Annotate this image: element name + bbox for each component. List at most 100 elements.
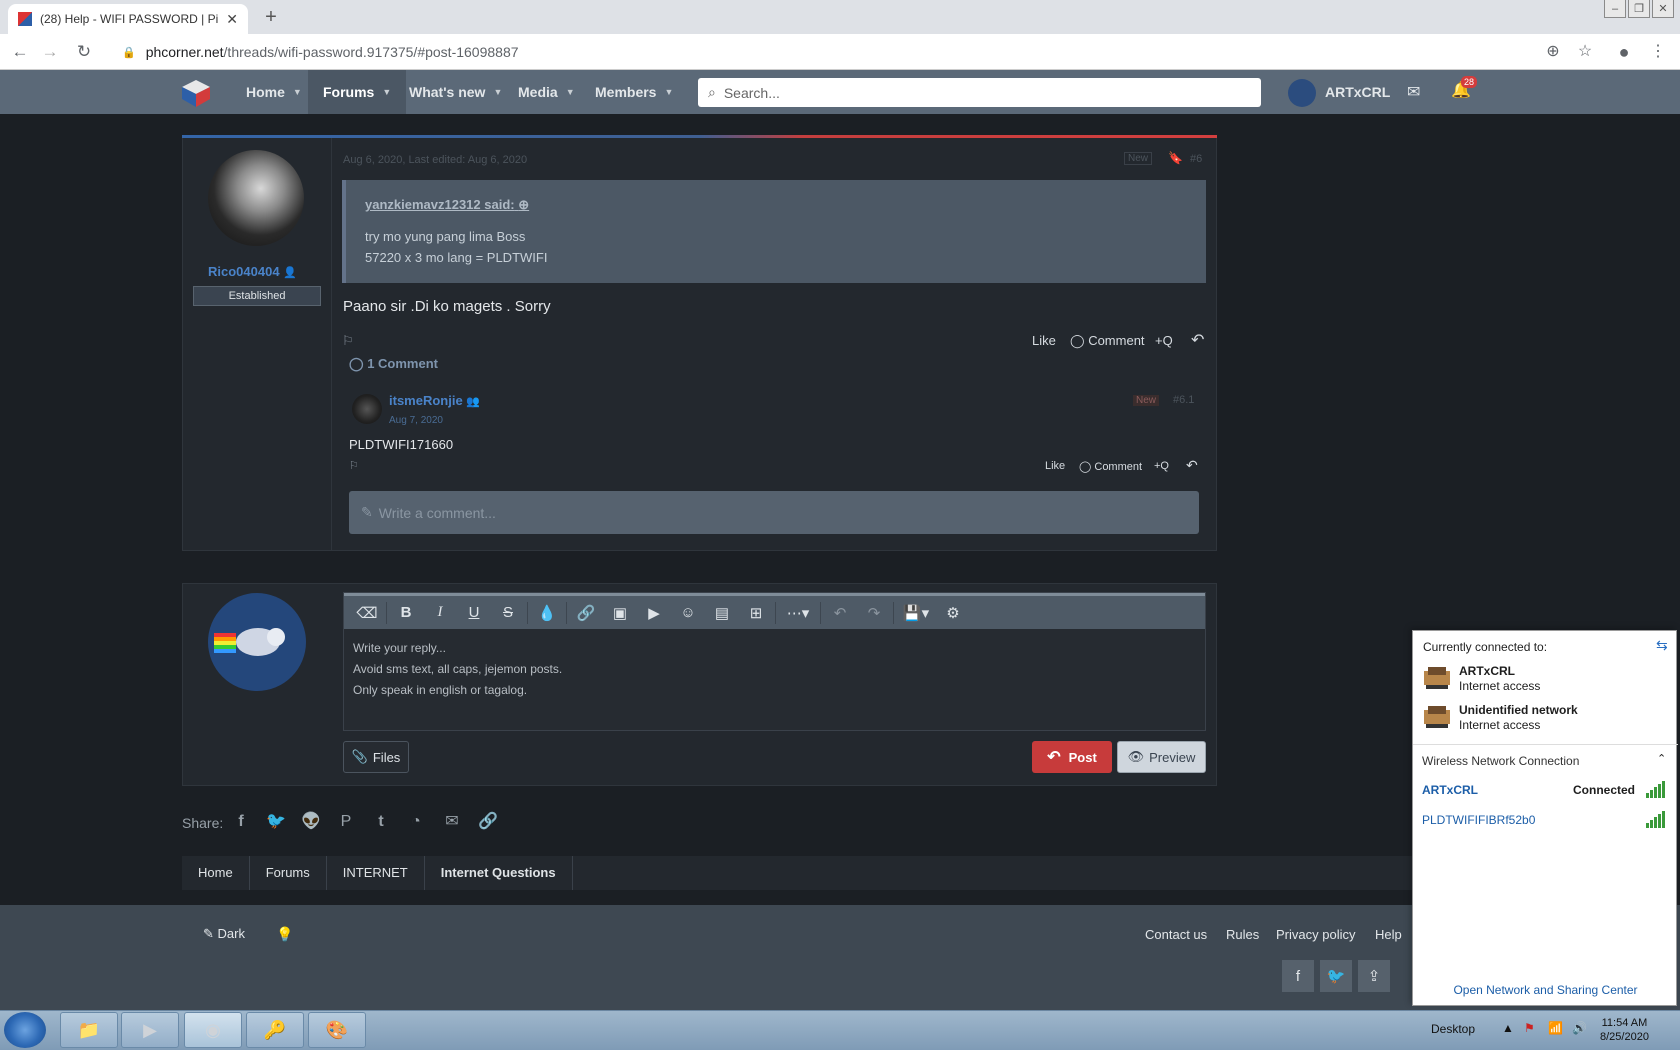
underline-icon[interactable]: U [457, 598, 491, 628]
more-options-icon[interactable]: ⋯▾ [778, 598, 818, 628]
footer-link-privacy[interactable]: Privacy policy [1276, 927, 1355, 942]
settings-gear-icon[interactable]: ⚙ [936, 598, 970, 628]
nav-forums[interactable]: Forums ▼ [308, 70, 407, 114]
url-bar[interactable]: 🔒 phcorner.net/threads/wifi-password.917… [110, 39, 1560, 65]
comments-header[interactable]: ◯ 1 Comment [342, 353, 1206, 375]
strikethrough-icon[interactable]: S [491, 598, 525, 628]
user-avatar[interactable] [1288, 79, 1316, 107]
comment-like-button[interactable]: Like [1045, 460, 1065, 472]
eraser-icon[interactable]: ⌫ [350, 598, 384, 628]
volume-icon[interactable]: 🔊 [1572, 1021, 1587, 1035]
report-flag-icon[interactable]: ⚐ [349, 459, 359, 472]
reply-icon[interactable]: ↶ [1191, 330, 1204, 350]
menu-kebab-icon[interactable]: ⋮ [1648, 42, 1668, 62]
commenter-avatar[interactable] [352, 394, 382, 424]
media-player-icon[interactable]: ▶ [121, 1012, 179, 1048]
theme-toggle-button[interactable]: ✎ Dark [203, 926, 245, 942]
comment-comment-button[interactable]: ◯ Comment [1079, 460, 1142, 473]
footer-link-contact[interactable]: Contact us [1145, 927, 1207, 942]
nav-whats-new[interactable]: What's new ▼ [394, 70, 517, 114]
preview-button[interactable]: 👁 Preview [1117, 741, 1206, 773]
breadcrumb-item[interactable]: Home [182, 856, 250, 890]
nav-members[interactable]: Members ▼ [580, 70, 688, 114]
report-flag-icon[interactable]: ⚐ [342, 333, 354, 349]
twitter-icon[interactable]: 🐦 [1320, 960, 1352, 992]
network-tray-icon[interactable]: 📶 [1548, 1021, 1563, 1035]
reddit-icon[interactable]: 👽 [300, 811, 322, 833]
footer-link-help[interactable]: Help [1375, 927, 1402, 942]
wifi-network-item[interactable]: PLDTWIFIFIBRf52b0 [1422, 813, 1535, 827]
image-icon[interactable]: ▣ [603, 598, 637, 628]
chrome-icon[interactable]: ◉ [184, 1012, 242, 1048]
profile-icon[interactable]: ● [1614, 42, 1634, 62]
site-logo[interactable] [180, 78, 212, 108]
start-button[interactable] [4, 1012, 46, 1048]
wifi-network-item[interactable]: ARTxCRL [1422, 783, 1478, 797]
breadcrumb-item[interactable]: Forums [250, 856, 327, 890]
text-color-icon[interactable]: 💧 [530, 598, 564, 628]
new-tab-button[interactable]: + [258, 4, 284, 30]
post-date[interactable]: Aug 6, 2020, Last edited: Aug 6, 2020 [343, 154, 527, 166]
desktop-toolbar-label[interactable]: Desktop [1431, 1022, 1475, 1036]
back-icon[interactable]: ← [10, 42, 30, 62]
open-network-center-link[interactable]: Open Network and Sharing Center [1413, 983, 1678, 997]
like-button[interactable]: Like [1032, 333, 1056, 348]
breadcrumb-item[interactable]: Internet Questions [425, 856, 573, 890]
vpn-app-icon[interactable]: 🔑 [246, 1012, 304, 1048]
facebook-icon[interactable]: f [1282, 960, 1314, 992]
italic-icon[interactable]: I [423, 598, 457, 628]
system-clock[interactable]: 11:54 AM 8/25/2020 [1600, 1016, 1649, 1044]
tumblr-icon[interactable]: t [370, 811, 392, 833]
twitter-icon[interactable]: 🐦 [265, 811, 287, 833]
breadcrumb-item[interactable]: INTERNET [327, 856, 425, 890]
search-input[interactable]: ⌕ Search... [698, 78, 1261, 107]
lightbulb-icon[interactable]: 💡 [276, 926, 293, 943]
whatsapp-icon[interactable]: ◔ [405, 811, 427, 833]
refresh-icon[interactable]: ⇆ [1656, 637, 1668, 654]
poster-username[interactable]: Rico040404 👤 [208, 264, 297, 279]
gif-icon[interactable]: ▤ [705, 598, 739, 628]
bookmark-icon[interactable]: 🔖 [1168, 151, 1183, 165]
attach-files-button[interactable]: 📎 Files [343, 741, 409, 773]
emoji-icon[interactable]: ☺ [671, 598, 705, 628]
close-tab-icon[interactable]: ✕ [226, 11, 238, 28]
reply-icon[interactable]: ↶ [1186, 457, 1198, 474]
facebook-icon[interactable]: f [230, 811, 252, 833]
link-icon[interactable]: 🔗 [569, 598, 603, 628]
commenter-username[interactable]: itsmeRonjie 👥 [389, 393, 480, 408]
paint-icon[interactable]: 🎨 [308, 1012, 366, 1048]
link-icon[interactable]: 🔗 [477, 811, 499, 833]
file-explorer-icon[interactable]: 📁 [60, 1012, 118, 1048]
show-hidden-icons-icon[interactable]: ▲ [1502, 1021, 1514, 1035]
video-icon[interactable]: ▶ [637, 598, 671, 628]
nav-home[interactable]: Home ▼ [231, 70, 317, 114]
forward-icon[interactable]: → [40, 42, 60, 62]
post-number-link[interactable]: #6 [1190, 153, 1202, 165]
restore-icon[interactable]: ❐ [1628, 0, 1650, 18]
browser-tab[interactable]: (28) Help - WIFI PASSWORD | Pi ✕ [8, 4, 248, 34]
post-reply-button[interactable]: ↶ Post [1032, 741, 1112, 773]
undo-icon[interactable]: ↶ [823, 598, 857, 628]
bookmark-star-icon[interactable]: ☆ [1575, 42, 1595, 62]
drafts-icon[interactable]: 💾▾ [896, 598, 936, 628]
quote-button[interactable]: +Q [1155, 333, 1173, 348]
comment-date[interactable]: Aug 7, 2020 [389, 415, 443, 426]
action-center-flag-icon[interactable]: ⚑ [1524, 1021, 1535, 1035]
comment-quote-button[interactable]: +Q [1154, 460, 1169, 472]
inbox-icon[interactable]: ✉ [1407, 82, 1420, 102]
minimize-icon[interactable]: – [1604, 0, 1626, 18]
nav-media[interactable]: Media ▼ [503, 70, 590, 114]
email-icon[interactable]: ✉ [441, 811, 463, 833]
poster-avatar[interactable] [208, 150, 304, 246]
bold-icon[interactable]: B [389, 598, 423, 628]
upload-icon[interactable]: ⇪ [1358, 960, 1390, 992]
table-icon[interactable]: ⊞ [739, 598, 773, 628]
reload-icon[interactable]: ↻ [74, 42, 94, 62]
pinterest-icon[interactable]: P [335, 811, 357, 833]
close-window-icon[interactable]: ✕ [1652, 0, 1674, 18]
quote-author-link[interactable]: yanzkiemavz12312 said: ⊕ [365, 197, 529, 213]
write-comment-input[interactable]: ✎ Write a comment... [349, 491, 1199, 534]
account-username[interactable]: ARTxCRL [1325, 84, 1390, 100]
collapse-chevron-icon[interactable]: ⌃ [1657, 752, 1666, 765]
redo-icon[interactable]: ↷ [857, 598, 891, 628]
